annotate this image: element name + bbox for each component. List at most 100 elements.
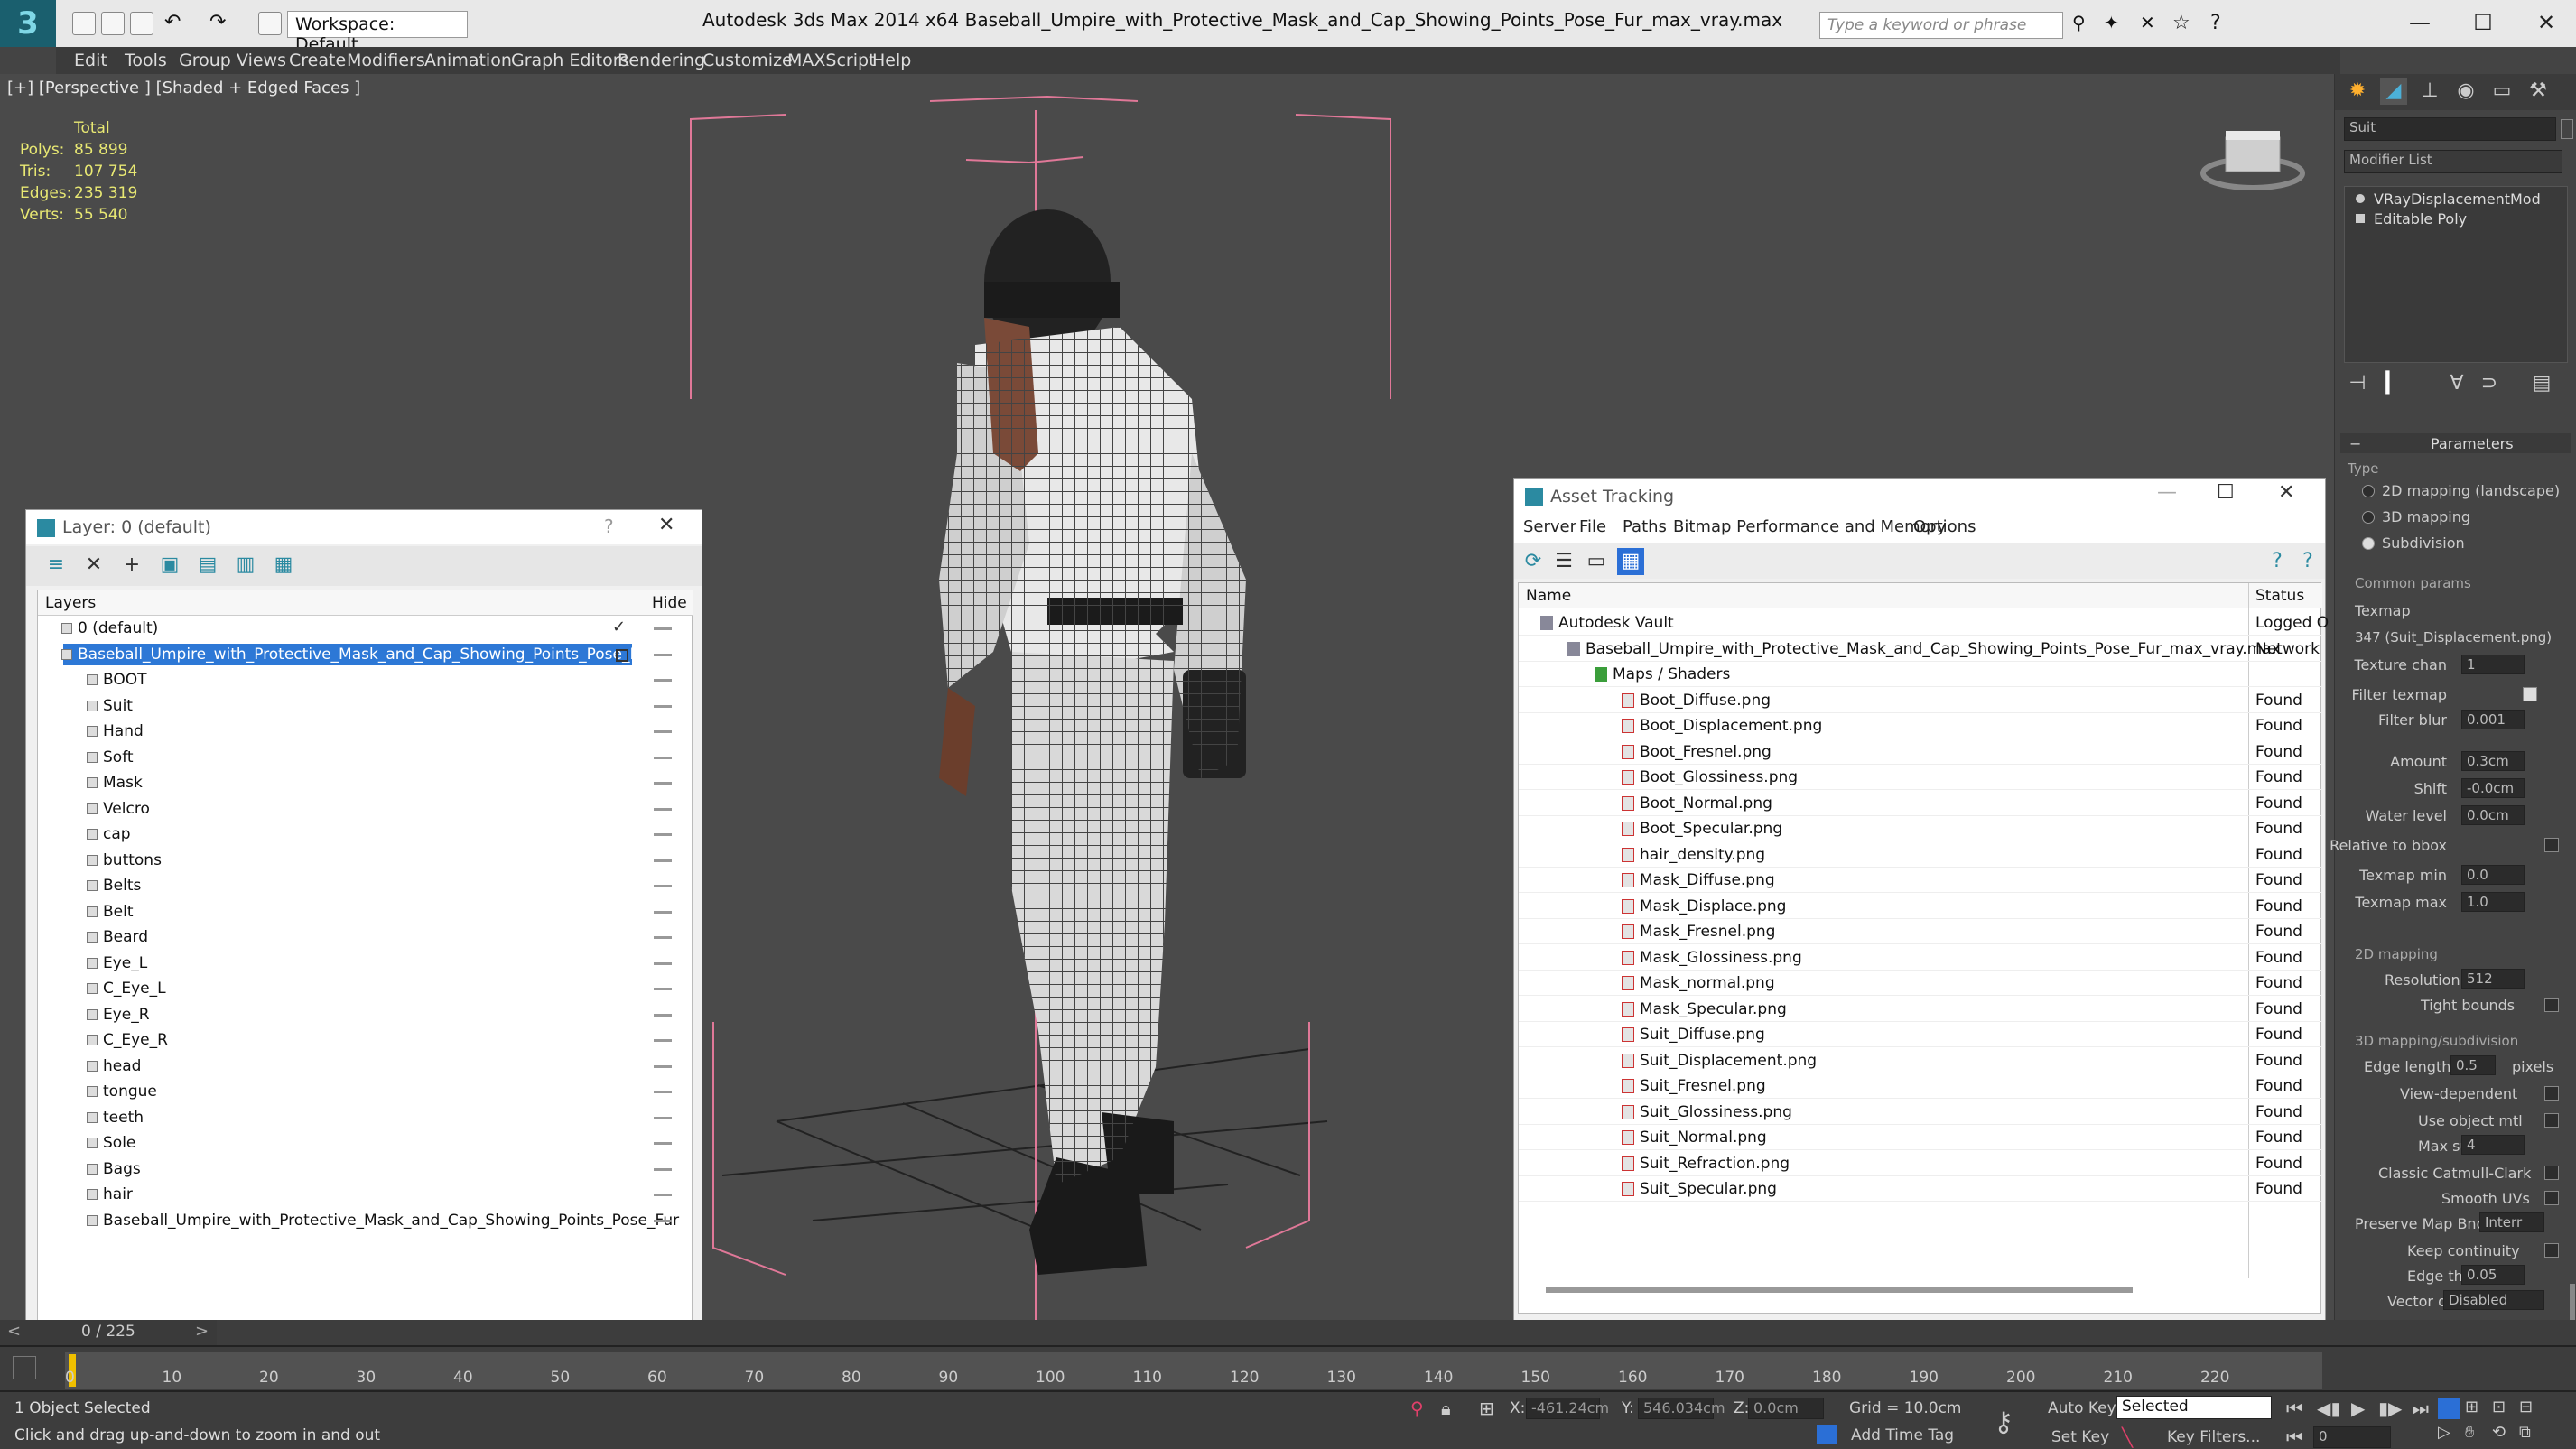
image-view-icon[interactable]: ▭ [1583,548,1610,575]
menu-edit[interactable]: Edit [74,51,107,70]
layer-row[interactable]: head [38,1054,693,1079]
asset-row[interactable]: Mask_Glossiness.png Found [1519,945,2322,971]
modifier-list-dropdown[interactable]: Modifier List [2344,150,2562,173]
add-time-tag[interactable]: Add Time Tag [1851,1426,1954,1444]
hide-toggle[interactable] [654,627,672,630]
col-name[interactable]: Name [1526,583,1571,608]
favorites-star-icon[interactable]: ☆ [2172,12,2196,35]
server-help-icon[interactable]: ? [2264,548,2291,575]
new-layer-icon[interactable]: ≡ [42,552,70,579]
asset-hscroll[interactable] [1546,1287,2133,1293]
asset-row[interactable]: Mask_Displace.png Found [1519,894,2322,919]
minimize-button[interactable]: — [2402,7,2438,38]
param-field[interactable]: 0.0 [2461,865,2525,885]
asset-row[interactable]: Suit_Glossiness.png Found [1519,1100,2322,1125]
hide-toggle[interactable] [654,885,672,887]
time-slider-next[interactable]: > [191,1320,212,1342]
type-2d-radio[interactable] [2362,485,2375,497]
auto-key-button[interactable]: Auto Key [2048,1399,2116,1417]
layer-row[interactable]: Baseball_Umpire_with_Protective_Mask_and… [38,642,693,667]
layer-row[interactable]: Beard [38,924,693,950]
hide-toggle[interactable] [654,936,672,939]
asset-row[interactable]: Boot_Fresnel.png Found [1519,739,2322,765]
time-slider[interactable]: < 0 / 225 > [0,1320,217,1345]
new-scene-icon[interactable] [72,12,96,35]
asset-row[interactable]: Mask_Diffuse.png Found [1519,868,2322,893]
col-hide[interactable]: Hide [652,590,687,616]
pan-icon[interactable]: ✋︎ [2465,1423,2474,1442]
smooth-uvs-checkbox[interactable] [2544,1191,2559,1205]
asset-row[interactable]: Maps / Shaders [1519,662,2322,687]
hide-all-icon[interactable]: ▥ [232,552,259,579]
menu-modifiers[interactable]: Modifiers [347,51,425,70]
list-view-icon[interactable]: ☰ [1550,548,1577,575]
create-tab-icon[interactable]: ✹ [2344,78,2371,105]
asset-row[interactable]: Mask_normal.png Found [1519,971,2322,996]
asset-close-button[interactable]: ✕ [2278,481,2294,504]
key-mode-icon[interactable]: ⏮ [2286,1426,2302,1448]
hide-toggle[interactable] [654,1116,672,1119]
set-key-button[interactable]: Set Key [2051,1428,2109,1446]
menu-group[interactable]: Group [179,51,231,70]
menu-customize[interactable]: Customize [702,51,793,70]
param-field[interactable]: 1 [2461,655,2525,674]
track-bar[interactable] [65,1352,2322,1389]
search-input[interactable]: Type a keyword or phrase [1819,12,2063,39]
asset-row[interactable]: Boot_Diffuse.png Found [1519,688,2322,713]
zoom-extents-icon[interactable]: ⊡ [2492,1398,2506,1416]
set-key-icon[interactable]: ╲ [2122,1426,2133,1448]
binoculars-icon[interactable]: ⚲ [2072,12,2096,35]
layer-row[interactable]: Eye_L [38,951,693,976]
hide-toggle[interactable] [654,679,672,682]
layer-row[interactable]: BOOT [38,667,693,692]
fov-icon[interactable]: ▷ [2438,1423,2450,1442]
table-view-icon[interactable]: ▦ [1617,548,1644,575]
menu-create[interactable]: Create [289,51,346,70]
hide-toggle[interactable] [654,730,672,733]
stack-item-vray-displacement[interactable]: VRayDisplacementMod [2374,190,2541,208]
tight-bounds-checkbox[interactable] [2544,998,2559,1012]
hide-toggle[interactable] [654,704,672,708]
texmap-button[interactable]: 347 (Suit_Displacement.png) [2355,629,2552,646]
param-field[interactable]: -0.0cm [2461,778,2525,798]
x-coordinate-field[interactable]: -461.24cm [1526,1398,1609,1419]
open-file-icon[interactable] [101,12,125,35]
asset-row[interactable]: Boot_Normal.png Found [1519,791,2322,816]
layer-row[interactable]: cap [38,822,693,847]
asset-menu-bitmap-performance-and-memory[interactable]: Bitmap Performance and Memory [1673,517,1947,536]
param-field[interactable]: 0.0cm [2461,805,2525,825]
asset-menu-server[interactable]: Server [1523,517,1576,536]
modify-tab-icon[interactable]: ◢ [2380,78,2407,105]
hide-toggle[interactable] [654,756,672,759]
asset-row[interactable]: Boot_Specular.png Found [1519,816,2322,841]
asset-row[interactable]: Boot_Glossiness.png Found [1519,765,2322,790]
param-field[interactable]: 1.0 [2461,892,2525,912]
current-frame-field[interactable]: 0 [2313,1426,2391,1448]
hide-toggle[interactable] [654,1194,672,1196]
goto-end-icon[interactable]: ⏭ [2413,1398,2429,1419]
add-to-layer-icon[interactable]: + [118,552,145,579]
asset-row[interactable]: Mask_Specular.png Found [1519,997,2322,1022]
pin-stack-icon[interactable]: ⊣ [2344,370,2371,397]
asset-row[interactable]: hair_density.png Found [1519,842,2322,868]
relative-bbox-checkbox[interactable] [2544,838,2559,852]
layer-row[interactable]: tongue [38,1079,693,1104]
modifier-on-icon[interactable] [2356,194,2365,203]
zoom-all-icon[interactable]: ⊞ [2465,1398,2478,1416]
hide-toggle[interactable] [654,782,672,785]
asset-row[interactable]: Autodesk Vault Logged O [1519,610,2329,636]
type-3d-radio[interactable] [2362,511,2375,524]
undo-icon[interactable]: ↶ [164,12,188,35]
layer-row[interactable]: Belts [38,873,693,898]
use-object-mtl-checkbox[interactable] [2544,1113,2559,1128]
pin-icon[interactable]: ⚲ [1410,1398,1424,1419]
asset-row[interactable]: Baseball_Umpire_with_Protective_Mask_and… [1519,636,2322,662]
next-frame-icon[interactable]: ▮▶ [2378,1398,2402,1419]
asset-row[interactable]: Suit_Diffuse.png Found [1519,1022,2322,1047]
highlight-layer-icon[interactable]: ▤ [194,552,221,579]
orbit-icon[interactable]: ⟲ [2492,1423,2506,1442]
asset-maximize-button[interactable]: ☐ [2217,481,2235,504]
asset-row[interactable]: Mask_Fresnel.png Found [1519,919,2322,944]
layer-row[interactable]: C_Eye_L [38,976,693,1001]
asset-menu-file[interactable]: File [1579,517,1606,536]
